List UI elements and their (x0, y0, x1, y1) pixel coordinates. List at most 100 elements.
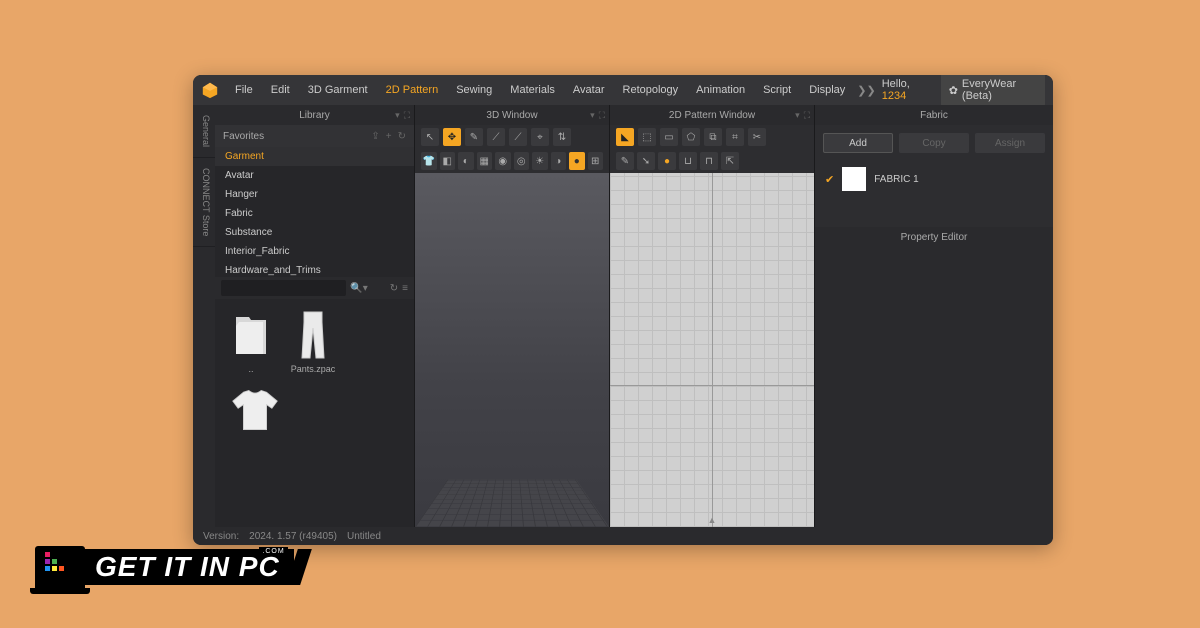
edit-tool-icon[interactable]: ✎ (465, 128, 483, 146)
camera-tool-icon[interactable]: ◎ (514, 152, 530, 170)
copy-fabric-button[interactable]: Copy (899, 133, 969, 153)
refresh-icon[interactable]: ↻ (390, 283, 398, 294)
category-hanger[interactable]: Hanger (215, 185, 414, 204)
3d-window-header: 3D Window ▾⛶ (415, 105, 609, 125)
category-substance[interactable]: Substance (215, 223, 414, 242)
move-tool-icon[interactable]: ✥ (443, 128, 461, 146)
thumb-folder-up[interactable]: .. (225, 309, 277, 374)
sewing-tool-icon[interactable]: ✂ (748, 128, 766, 146)
app-logo-icon (201, 80, 219, 100)
highlight-tool-icon[interactable]: ● (569, 152, 585, 170)
thumb-tshirt[interactable] (225, 384, 285, 439)
texture-tool-icon[interactable]: ▦ (477, 152, 493, 170)
trace-tool-icon[interactable]: ⌗ (726, 128, 744, 146)
dropdown-icon[interactable]: ▾ (795, 110, 800, 121)
3d-toolbar-2: 👕 ◧ ◐ ▦ ◉ ◎ ☀ ◑ ● ⊞ (415, 149, 609, 173)
dropdown-icon[interactable]: ▾ (395, 110, 400, 121)
style-tool-icon[interactable]: ◐ (458, 152, 474, 170)
copy-tool-icon[interactable]: ⧉ (704, 128, 722, 146)
select-tool-icon[interactable]: ◣ (616, 128, 634, 146)
menu-3d-garment[interactable]: 3D Garment (300, 80, 376, 100)
gear-icon: ✿ (949, 84, 958, 97)
expand-icon[interactable]: ⛶ (404, 110, 410, 121)
property-editor-body (815, 247, 1053, 527)
fabric-swatch (842, 167, 866, 191)
rectangle-tool-icon[interactable]: ▭ (660, 128, 678, 146)
upload-icon[interactable]: ⇪ (371, 131, 379, 142)
app-window: File Edit 3D Garment 2D Pattern Sewing M… (193, 75, 1053, 545)
shade-tool-icon[interactable]: ◑ (551, 152, 567, 170)
2d-window-header: 2D Pattern Window ▾⛶ (610, 105, 814, 125)
3d-toolbar-1: ↖ ✥ ✎ ⟋ ⟋ ⌖ ⇅ (415, 125, 609, 149)
menu-script[interactable]: Script (755, 80, 799, 100)
pin-tool-icon[interactable]: ⟋ (487, 128, 505, 146)
fabric-name: FABRIC 1 (874, 174, 918, 185)
category-fabric[interactable]: Fabric (215, 204, 414, 223)
assign-fabric-button[interactable]: Assign (975, 133, 1045, 153)
favorites-bar: Favorites ⇪ + ↻ (215, 125, 414, 147)
add-icon[interactable]: + (386, 131, 392, 142)
menu-2d-pattern[interactable]: 2D Pattern (378, 80, 447, 100)
pen-tool-icon[interactable]: ✎ (616, 152, 634, 170)
status-bar: Version: 2024. 1.57 (r49405) Untitled (193, 527, 1053, 545)
category-avatar[interactable]: Avatar (215, 166, 414, 185)
seam-tool-icon[interactable]: ⊓ (700, 152, 718, 170)
cursor-tool-icon[interactable]: ↖ (421, 128, 439, 146)
everywear-button[interactable]: ✿ EveryWear (Beta) (941, 75, 1045, 106)
workspace: Library ▾⛶ Favorites ⇪ + ↻ Garment Avata… (215, 105, 1053, 527)
light-tool-icon[interactable]: ☀ (532, 152, 548, 170)
category-interior-fabric[interactable]: Interior_Fabric (215, 242, 414, 261)
menu-materials[interactable]: Materials (502, 80, 563, 100)
category-list: Garment Avatar Hanger Fabric Substance I… (215, 147, 414, 277)
render-tool-icon[interactable]: ◉ (495, 152, 511, 170)
side-tab-general[interactable]: General (193, 105, 215, 158)
category-garment[interactable]: Garment (215, 147, 414, 166)
menu-edit[interactable]: Edit (263, 80, 298, 100)
fabric-panel: Fabric Add Copy Assign ✔ FABRIC 1 (815, 105, 1053, 227)
library-panel: Library ▾⛶ Favorites ⇪ + ↻ Garment Avata… (215, 105, 415, 527)
fabric-item[interactable]: ✔ FABRIC 1 (815, 161, 1053, 197)
garment-tool-icon[interactable]: ◧ (440, 152, 456, 170)
menu-retopology[interactable]: Retopology (615, 80, 687, 100)
point-tool-icon[interactable]: ● (658, 152, 676, 170)
3d-viewport[interactable] (415, 173, 609, 527)
fold-tool-icon[interactable]: ⇱ (721, 152, 739, 170)
library-header: Library ▾⛶ (215, 105, 414, 125)
2d-viewport[interactable]: ▲ (610, 173, 814, 527)
3d-floor-grid (415, 480, 609, 527)
curve-tool-icon[interactable]: ➘ (637, 152, 655, 170)
dropdown-icon[interactable]: ▾ (590, 110, 595, 121)
refresh-icon[interactable]: ↻ (398, 131, 406, 142)
expand-icon[interactable]: ⛶ (804, 110, 810, 121)
search-icon[interactable]: 🔍▾ (350, 283, 367, 294)
thumb-pants[interactable]: Pants.zpac (287, 309, 339, 374)
list-icon[interactable]: ≡ (402, 283, 408, 294)
add-fabric-button[interactable]: Add (823, 133, 893, 153)
menu-avatar[interactable]: Avatar (565, 80, 613, 100)
menu-file[interactable]: File (227, 80, 261, 100)
file-name: Untitled (347, 531, 381, 542)
fabric-header: Fabric (815, 105, 1053, 125)
2d-toolbar-2: ✎ ➘ ● ⊔ ⊓ ⇱ (610, 149, 814, 173)
measure-tool-icon[interactable]: ⟋ (509, 128, 527, 146)
grid-tool-icon[interactable]: ⊞ (588, 152, 604, 170)
expand-up-icon[interactable]: ▲ (708, 515, 717, 525)
expand-icon[interactable]: ⛶ (599, 110, 605, 121)
arrange-tool-icon[interactable]: ⇅ (553, 128, 571, 146)
side-tab-bar: General CONNECT Store (193, 105, 215, 527)
2d-pattern-panel: 2D Pattern Window ▾⛶ ◣ ⬚ ▭ ⬠ ⧉ ⌗ ✂ ✎ ➘ ●… (610, 105, 815, 527)
side-tab-connect-store[interactable]: CONNECT Store (193, 158, 215, 247)
3d-window-panel: 3D Window ▾⛶ ↖ ✥ ✎ ⟋ ⟋ ⌖ ⇅ 👕 ◧ ◐ ▦ ◉ ◎ ☀… (415, 105, 610, 527)
polygon-tool-icon[interactable]: ⬠ (682, 128, 700, 146)
menu-display[interactable]: Display (801, 80, 853, 100)
menu-sewing[interactable]: Sewing (448, 80, 500, 100)
tack-tool-icon[interactable]: ⌖ (531, 128, 549, 146)
badge-text: GET IT IN PC .COM (85, 549, 294, 585)
search-input[interactable] (221, 280, 346, 296)
menu-animation[interactable]: Animation (688, 80, 753, 100)
category-hardware-trims[interactable]: Hardware_and_Trims (215, 261, 414, 277)
greeting: Hello, 1234 (882, 78, 931, 102)
notch-tool-icon[interactable]: ⊔ (679, 152, 697, 170)
avatar-tool-icon[interactable]: 👕 (421, 152, 437, 170)
transform-tool-icon[interactable]: ⬚ (638, 128, 656, 146)
